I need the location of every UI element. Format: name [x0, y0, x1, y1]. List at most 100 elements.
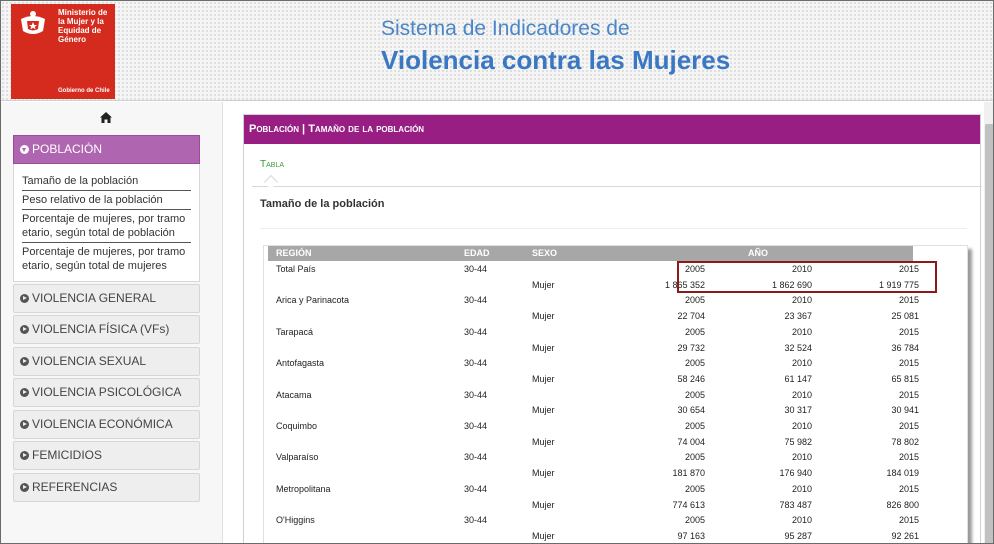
cell-region: Atacama — [276, 389, 312, 400]
expand-circle-icon — [20, 451, 29, 460]
scrollbar[interactable] — [984, 102, 993, 543]
cell-year: 2005 — [684, 326, 705, 337]
divider — [260, 228, 967, 229]
ministry-logo[interactable]: Ministerio de la Mujer y la Equidad de G… — [11, 4, 115, 99]
cell-edad: 30-44 — [464, 515, 488, 526]
cell-year: 2005 — [684, 421, 705, 431]
cell-region: Tarapacá — [276, 326, 314, 337]
cell-year: 2005 — [684, 452, 705, 463]
cell-year: 2005 — [684, 483, 705, 494]
cell-year: 2015 — [898, 389, 919, 400]
site-title-line2: Violencia contra las Mujeres — [381, 45, 731, 75]
cell-value: 30 654 — [677, 405, 705, 416]
submenu-item-porcentaje-mujeres[interactable]: Porcentaje de mujeres, por tramo etario,… — [22, 243, 191, 275]
cell-sexo: Mujer — [532, 279, 555, 290]
cell-value: 36 784 — [891, 342, 919, 353]
section-title: Tamaño de la población — [260, 198, 385, 210]
cell-sexo: Mujer — [532, 373, 555, 384]
sidebar-item-violencia-sexual[interactable]: VIOLENCIA SEXUAL — [13, 347, 200, 376]
cell-year: 2010 — [791, 452, 812, 463]
government-label: Gobierno de Chile — [58, 88, 110, 94]
chile-crest-icon — [21, 11, 45, 34]
table-row: Valparaíso 30-44 2005 2010 2015 — [268, 449, 919, 465]
sidebar-item-label: POBLACIÓN — [32, 142, 103, 156]
cell-year: 2005 — [684, 389, 705, 400]
submenu-item-tamano[interactable]: Tamaño de la población — [22, 172, 191, 191]
table-row: O'Higgins 30-44 2005 2010 2015 — [268, 512, 919, 528]
expand-circle-icon — [20, 325, 29, 334]
cell-edad: 30-44 — [464, 452, 488, 463]
tab-tabla[interactable]: Tabla — [260, 159, 284, 170]
table-row: Mujer 22 704 23 367 25 081 — [268, 308, 919, 324]
cell-year: 2015 — [898, 326, 919, 337]
app-frame: Ministerio de la Mujer y la Equidad de G… — [0, 0, 994, 544]
sidebar-item-label: VIOLENCIA FÍSICA (VFs) — [32, 322, 170, 336]
cell-value: 30 317 — [784, 405, 812, 416]
cell-region: Valparaíso — [276, 452, 319, 463]
cell-edad: 30-44 — [464, 264, 488, 274]
cell-value: 58 246 — [677, 373, 705, 384]
cell-value: 176 940 — [779, 468, 812, 479]
sidebar-item-referencias[interactable]: REFERENCIAS — [13, 473, 200, 502]
table-row: Mujer 29 732 32 524 36 784 — [268, 340, 919, 356]
cell-sexo: Mujer — [532, 436, 555, 447]
site-header: Ministerio de la Mujer y la Equidad de G… — [1, 1, 993, 101]
cell-year: 2005 — [684, 295, 705, 306]
content-panel: Población | Tamaño de la población Tabla… — [243, 114, 982, 543]
expand-circle-icon — [20, 388, 29, 397]
cell-year: 2015 — [898, 358, 919, 369]
cell-value: 75 982 — [784, 436, 812, 447]
sidebar-item-violencia-economica[interactable]: VIOLENCIA ECONÓMICA — [13, 410, 200, 439]
sidebar-item-femicidios[interactable]: FEMICIDIOS — [13, 441, 200, 470]
sidebar-item-label: VIOLENCIA GENERAL — [32, 291, 157, 305]
cell-value: 32 524 — [784, 342, 812, 353]
table-row: Mujer 58 246 61 147 65 815 — [268, 371, 919, 387]
sidebar-item-violencia-general[interactable]: VIOLENCIA GENERAL — [13, 284, 200, 313]
submenu-item-porcentaje-poblacion[interactable]: Porcentaje de mujeres, por tramo etario,… — [22, 210, 191, 243]
cell-year: 2010 — [791, 295, 812, 306]
table-row: Mujer 97 163 95 287 92 261 — [268, 528, 919, 543]
sidebar-item-poblacion[interactable]: POBLACIÓN — [13, 135, 200, 164]
cell-year: 2010 — [791, 515, 812, 526]
cell-year: 2015 — [898, 515, 919, 526]
submenu-item-peso-relativo[interactable]: Peso relativo de la población — [22, 191, 191, 210]
ministry-name: Ministerio de la Mujer y la Equidad de G… — [58, 8, 108, 44]
cell-value: 826 800 — [886, 499, 919, 510]
table-header: REGIÓN EDAD SEXO AÑO — [268, 246, 913, 261]
table-row: Mujer 181 870 176 940 184 019 — [268, 465, 919, 481]
cell-sexo: Mujer — [532, 468, 555, 479]
cell-year: 2015 — [898, 295, 919, 306]
cell-sexo: Mujer — [532, 342, 555, 353]
table-row: Mujer 30 654 30 317 30 941 — [268, 402, 919, 418]
sidebar-item-label: VIOLENCIA ECONÓMICA — [32, 417, 173, 431]
sidebar-item-violencia-fisica[interactable]: VIOLENCIA FÍSICA (VFs) — [13, 315, 200, 344]
sidebar-item-violencia-psicologica[interactable]: VIOLENCIA PSICOLÓGICA (VPsi) — [13, 378, 200, 426]
cell-year: 2010 — [791, 483, 812, 494]
column-header-edad: EDAD — [464, 248, 490, 258]
cell-sexo: Mujer — [532, 499, 555, 510]
home-icon[interactable] — [100, 112, 112, 124]
cell-edad: 30-44 — [464, 389, 488, 400]
site-title-line1: Sistema de Indicadores de — [381, 17, 630, 40]
cell-region: O'Higgins — [276, 515, 315, 526]
scrollbar-thumb[interactable] — [985, 124, 993, 543]
sidebar-submenu: Tamaño de la población Peso relativo de … — [13, 164, 200, 282]
panel-breadcrumb: Población | Tamaño de la población — [244, 115, 980, 144]
sidebar-item-label: VIOLENCIA SEXUAL — [32, 354, 147, 368]
cell-value: 30 941 — [891, 405, 919, 416]
data-table: REGIÓN EDAD SEXO AÑO Total País 30-44 2005… — [263, 245, 968, 543]
column-header-region: REGIÓN — [276, 248, 312, 258]
sidebar-item-label: REFERENCIAS — [32, 480, 118, 494]
cell-value: 25 081 — [891, 311, 919, 322]
table-row: Tarapacá 30-44 2005 2010 2015 — [268, 324, 919, 340]
cell-region: Arica y Parinacota — [276, 295, 350, 306]
cell-year: 2015 — [898, 483, 919, 494]
cell-edad: 30-44 — [464, 421, 488, 431]
cell-year: 2015 — [898, 452, 919, 463]
cell-region: Metropolitana — [276, 483, 331, 494]
expand-circle-icon — [20, 420, 29, 429]
cell-year: 2010 — [791, 326, 812, 337]
table-row: Metropolitana 30-44 2005 2010 2015 — [268, 481, 919, 497]
table-row: Coquimbo 30-44 2005 2010 2015 — [268, 418, 919, 434]
cell-edad: 30-44 — [464, 326, 488, 337]
